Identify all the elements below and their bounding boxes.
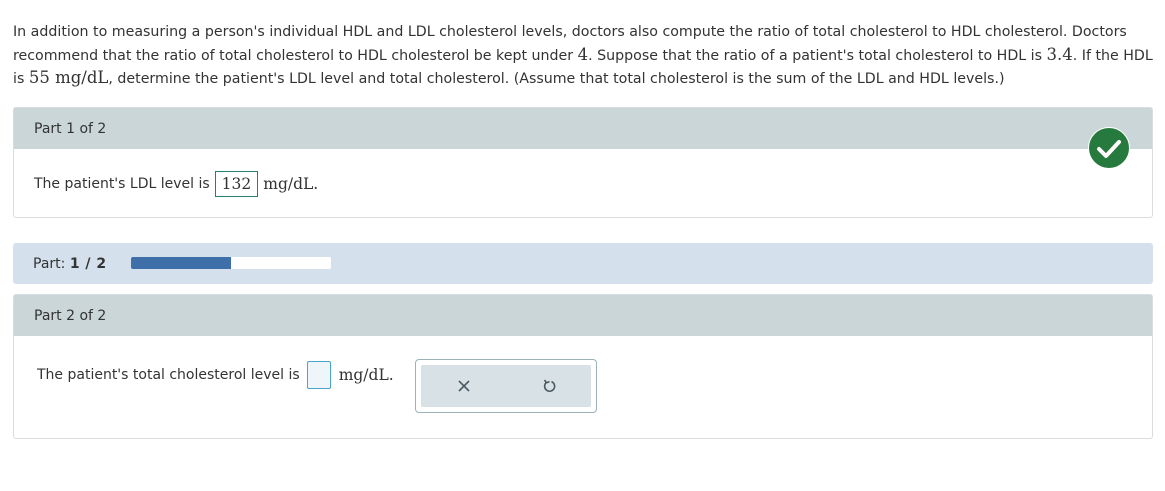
part-1-answer-row: The patient's LDL level is 132 mg/dL. bbox=[34, 171, 318, 197]
max-ratio-value: 4 bbox=[577, 44, 589, 64]
hdl-value: 55 mg/dL bbox=[28, 68, 109, 87]
part-2-answer-row: The patient's total cholesterol level is… bbox=[37, 361, 394, 389]
clear-button[interactable] bbox=[421, 365, 506, 407]
problem-statement: In addition to measuring a person's indi… bbox=[13, 21, 1153, 91]
answer-tools-bar bbox=[421, 365, 591, 407]
part-2-header: Part 2 of 2 bbox=[14, 295, 1152, 336]
progress-label: Part: 1 / 2 bbox=[33, 256, 107, 272]
undo-icon bbox=[543, 379, 555, 392]
progress-value: 1 / 2 bbox=[69, 256, 107, 272]
ldl-answer: 132 bbox=[214, 171, 259, 197]
checkmark-icon bbox=[1088, 127, 1130, 169]
progress-track bbox=[131, 257, 331, 269]
progress-fill bbox=[131, 257, 231, 269]
part-1-panel: Part 1 of 2 The patient's LDL level is 1… bbox=[13, 107, 1153, 218]
ldl-unit: mg/dL. bbox=[263, 175, 319, 193]
total-unit: mg/dL. bbox=[338, 366, 394, 384]
ratio-value: 3.4 bbox=[1046, 44, 1073, 64]
ldl-prompt: The patient's LDL level is bbox=[34, 176, 210, 192]
part-1-header: Part 1 of 2 bbox=[14, 108, 1152, 149]
problem-text-2: . Suppose that the ratio of a patient's … bbox=[588, 47, 1047, 64]
total-cholesterol-input[interactable] bbox=[306, 361, 331, 389]
part-progress: Part: 1 / 2 bbox=[13, 243, 1153, 284]
answer-tools bbox=[415, 359, 597, 413]
undo-button[interactable] bbox=[506, 365, 591, 407]
close-icon bbox=[457, 380, 470, 392]
total-prompt: The patient's total cholesterol level is bbox=[37, 367, 300, 383]
problem-text-4: , determine the patient's LDL level and … bbox=[108, 71, 1005, 87]
